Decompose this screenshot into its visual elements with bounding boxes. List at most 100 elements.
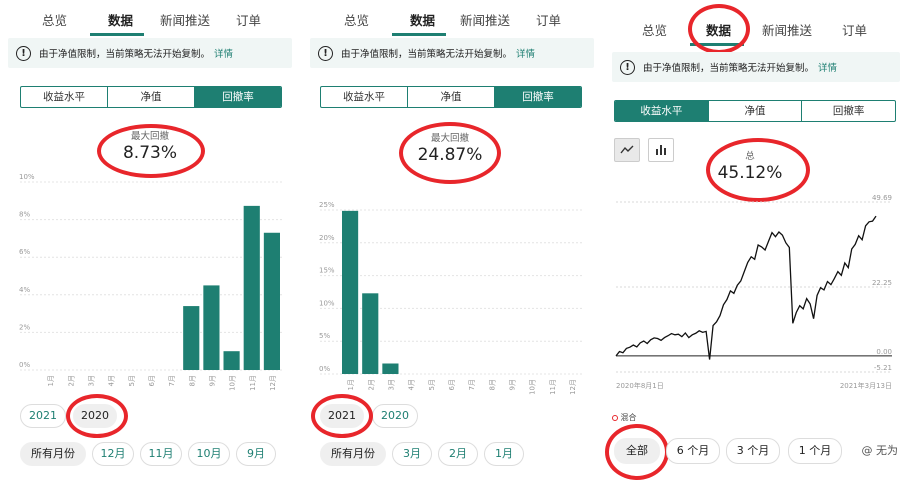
period-1m-button[interactable]: 1 个月 [788, 438, 842, 464]
month-button[interactable]: 1月 [484, 442, 524, 466]
tab-overview[interactable]: 总览 [42, 10, 67, 29]
x-tick-label: 1月 [347, 379, 355, 390]
cumulative-return-chart: 49.69 22.25 0.00 -5.21 2020年8月1日 2021年3月13日 [615, 194, 892, 390]
month-button[interactable]: 9月 [236, 442, 276, 466]
x-tick-label: 6月 [148, 375, 156, 386]
y-tick-label: 10% [319, 299, 335, 307]
y-tick-label: 25% [319, 201, 335, 209]
segment-nav[interactable]: 净值 [709, 101, 803, 121]
bar [183, 306, 200, 370]
details-link[interactable]: 详情 [818, 60, 837, 74]
x-tick-label: 9月 [208, 375, 216, 386]
y-tick-label: 8% [19, 211, 30, 219]
bar [362, 293, 379, 374]
monthly-drawdown-chart: 0% 5% 10% 15% 20% 25% 1月 2月 3月 4月 5月 6月 7月 8月 9月 10月 11月… [319, 201, 582, 395]
panel-cumulative-return: 总览 数据 新闻推送 订单 ! 由于净值限制，当前策略无法开始复制。 详情 收益… [604, 0, 908, 488]
copy-limit-banner: ! 由于净值限制，当前策略无法开始复制。 详情 [612, 52, 900, 82]
bar [382, 363, 399, 374]
info-icon: ! [16, 45, 31, 61]
highlight-circle [688, 4, 750, 54]
tab-news[interactable]: 新闻推送 [762, 20, 812, 39]
year-2021-button[interactable]: 2021 [20, 404, 66, 428]
tab-orders[interactable]: 订单 [536, 10, 561, 29]
x-tick-label: 3月 [387, 379, 395, 390]
metric-segmented-control: 收益水平 净值 回撤率 [20, 86, 282, 108]
x-tick-label: 2020年8月1日 [616, 381, 664, 390]
month-all-button[interactable]: 所有月份 [20, 442, 86, 466]
x-tick-label: 4月 [408, 379, 416, 390]
x-tick-label: 7月 [468, 379, 476, 390]
y-tick-label: 10% [19, 173, 35, 181]
metric-segmented-control: 收益水平 净值 回撤率 [320, 86, 582, 108]
x-tick-label: 11月 [249, 375, 257, 391]
month-button[interactable]: 12月 [92, 442, 134, 466]
segment-return-level[interactable]: 收益水平 [615, 101, 709, 121]
period-3m-button[interactable]: 3 个月 [726, 438, 780, 464]
x-tick-label: 12月 [269, 375, 277, 391]
segment-drawdown[interactable]: 回撤率 [802, 101, 895, 121]
y-tick-label: 0% [19, 361, 30, 369]
segment-nav[interactable]: 净值 [108, 87, 195, 107]
segment-drawdown[interactable]: 回撤率 [495, 87, 581, 107]
y-tick-label: 5% [319, 332, 330, 340]
watermark: @ 无为 [861, 444, 899, 457]
month-button[interactable]: 10月 [188, 442, 230, 466]
panel-2020-drawdown: 总览 数据 新闻推送 订单 ! 由于净值限制，当前策略无法开始复制。 详情 收益… [0, 0, 300, 488]
month-all-button[interactable]: 所有月份 [320, 442, 386, 466]
bar [342, 210, 359, 374]
y-tick-label: 2% [19, 323, 30, 331]
x-tick-label: 1月 [47, 375, 55, 386]
bar [263, 232, 280, 370]
segment-drawdown[interactable]: 回撤率 [195, 87, 281, 107]
x-tick-label: 2月 [67, 375, 75, 386]
y-tick-label: 0% [319, 365, 330, 373]
x-tick-label: 3月 [87, 375, 95, 386]
tab-data[interactable]: 数据 [108, 10, 133, 29]
y-tick-label: 22.25 [872, 279, 892, 287]
year-2020-button[interactable]: 2020 [372, 404, 418, 428]
y-tick-label: -5.21 [874, 364, 892, 372]
top-tabs: 总览 数据 新闻推送 订单 [302, 0, 602, 36]
x-tick-label: 10月 [529, 379, 537, 395]
chart-legend: 混合 [612, 412, 637, 423]
legend-dot-icon [612, 414, 618, 421]
month-button[interactable]: 3月 [392, 442, 432, 466]
x-tick-label: 10月 [229, 375, 237, 391]
tab-orders[interactable]: 订单 [236, 10, 261, 29]
bar-chart-icon[interactable] [648, 138, 674, 162]
banner-text: 由于净值限制，当前策略无法开始复制。 [341, 49, 513, 60]
banner-text: 由于净值限制，当前策略无法开始复制。 [643, 63, 815, 74]
x-tick-label: 11月 [549, 379, 557, 395]
line-chart-icon[interactable] [614, 138, 640, 162]
x-tick-label: 2021年3月13日 [840, 381, 892, 390]
return-line [615, 215, 877, 360]
segment-return-level[interactable]: 收益水平 [21, 87, 108, 107]
tab-overview[interactable]: 总览 [642, 20, 667, 39]
x-tick-label: 7月 [168, 375, 176, 386]
x-tick-label: 6月 [448, 379, 456, 390]
tab-news[interactable]: 新闻推送 [460, 10, 510, 29]
details-link[interactable]: 详情 [516, 46, 535, 60]
copy-limit-banner: ! 由于净值限制，当前策略无法开始复制。 详情 [8, 38, 292, 68]
month-button[interactable]: 2月 [438, 442, 478, 466]
info-icon: ! [318, 45, 333, 61]
bar [203, 285, 220, 370]
segment-return-level[interactable]: 收益水平 [321, 87, 408, 107]
x-tick-label: 5月 [428, 379, 436, 390]
top-tabs: 总览 数据 新闻推送 订单 [604, 0, 908, 46]
tab-data[interactable]: 数据 [410, 10, 435, 29]
tab-orders[interactable]: 订单 [842, 20, 867, 39]
x-tick-label: 2月 [367, 379, 375, 390]
month-button[interactable]: 11月 [140, 442, 182, 466]
copy-limit-banner: ! 由于净值限制，当前策略无法开始复制。 详情 [310, 38, 594, 68]
period-6m-button[interactable]: 6 个月 [666, 438, 720, 464]
details-link[interactable]: 详情 [214, 46, 233, 60]
y-tick-label: 0.00 [876, 348, 892, 356]
x-tick-label: 5月 [128, 375, 136, 386]
tab-active-indicator [90, 33, 144, 36]
tab-news[interactable]: 新闻推送 [160, 10, 210, 29]
y-tick-label: 6% [19, 248, 30, 256]
highlight-circle [311, 394, 373, 438]
tab-overview[interactable]: 总览 [344, 10, 369, 29]
segment-nav[interactable]: 净值 [408, 87, 495, 107]
